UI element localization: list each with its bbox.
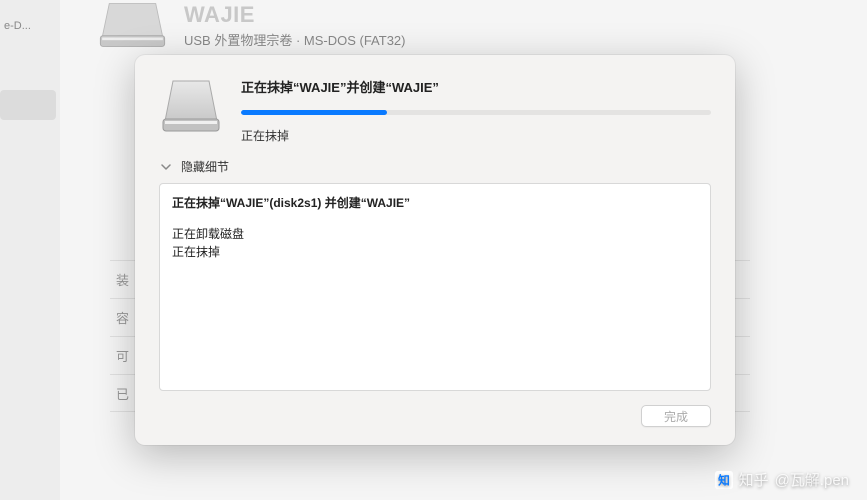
details-line: 正在抹掉 — [172, 243, 698, 261]
chevron-down-icon — [159, 160, 173, 174]
external-disk-icon — [95, 0, 170, 50]
details-heading: 正在抹掉“WAJIE”(disk2s1) 并创建“WAJIE” — [172, 194, 698, 211]
sidebar-selection — [0, 90, 56, 120]
external-disk-icon — [159, 75, 223, 139]
volume-subtitle: USB 外置物理宗卷 · MS-DOS (FAT32) — [184, 30, 406, 49]
dialog-title: 正在抹掉“WAJIE”并创建“WAJIE” — [241, 77, 711, 96]
details-toggle[interactable]: 隐藏细节 — [159, 158, 711, 175]
watermark-brand: 知乎 — [739, 469, 769, 490]
sidebar-item-label: e-D... — [0, 20, 31, 32]
volume-header: WAJIE USB 外置物理宗卷 · MS-DOS (FAT32) — [95, 0, 406, 50]
volume-title: WAJIE — [184, 2, 406, 28]
details-log: 正在抹掉“WAJIE”(disk2s1) 并创建“WAJIE” 正在卸载磁盘 正… — [159, 183, 711, 391]
details-line: 正在卸载磁盘 — [172, 225, 698, 243]
details-toggle-label: 隐藏细节 — [181, 158, 229, 175]
done-button[interactable]: 完成 — [641, 405, 711, 427]
sidebar: e-D... — [0, 0, 60, 500]
progress-fill — [241, 110, 387, 115]
zhihu-logo-icon: 知 — [715, 471, 733, 489]
watermark: 知 知乎 @瓦解.pen — [715, 469, 849, 490]
svg-text:知: 知 — [717, 473, 730, 487]
progress-bar — [241, 110, 711, 115]
watermark-user: @瓦解.pen — [775, 469, 849, 490]
erase-progress-dialog: 正在抹掉“WAJIE”并创建“WAJIE” 正在抹掉 隐藏细节 正在抹掉“WAJ… — [135, 55, 735, 445]
status-text: 正在抹掉 — [241, 127, 711, 144]
